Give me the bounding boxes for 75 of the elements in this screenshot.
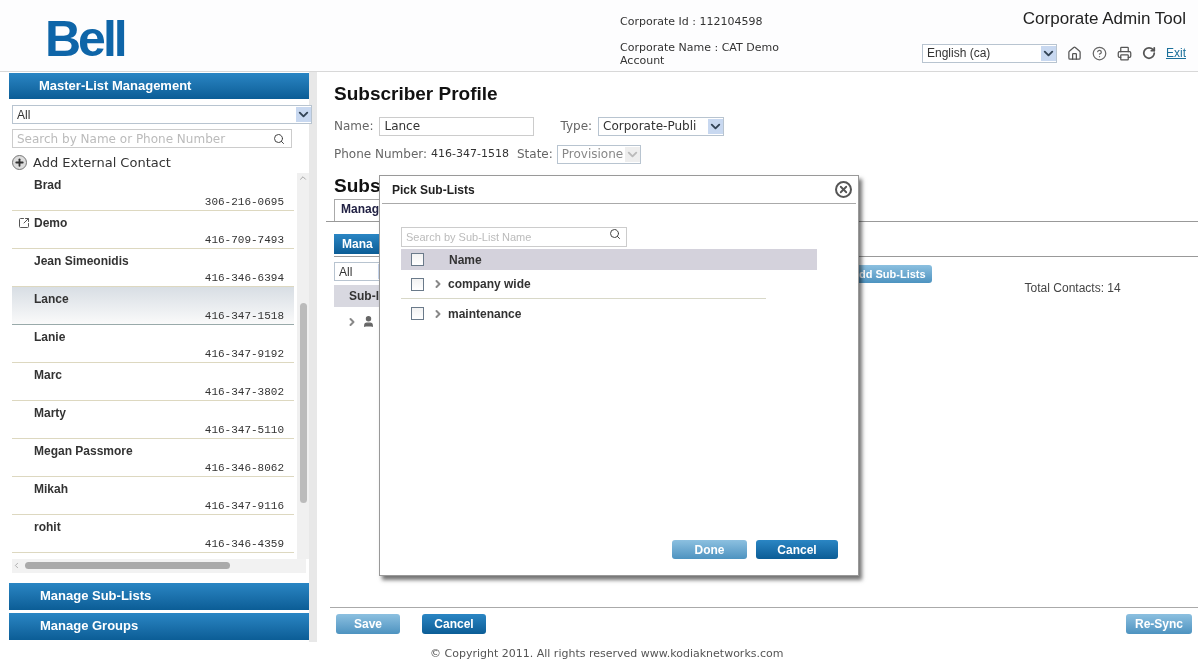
- app-title: Corporate Admin Tool: [1022, 8, 1186, 30]
- column-title: Name: [449, 251, 482, 269]
- logo: Bell: [45, 11, 125, 67]
- type-label: Type:: [560, 118, 593, 135]
- contact-phone: 416-346-6394: [204, 270, 285, 286]
- checkbox[interactable]: [411, 253, 424, 266]
- search-field[interactable]: Search by Name or Phone Number: [12, 129, 292, 148]
- sublist-name: maintenance: [448, 305, 522, 323]
- contact-row[interactable]: rohit 416-346-4359: [12, 514, 294, 553]
- contact-name: Lanie: [34, 328, 66, 346]
- person-icon: [362, 315, 375, 328]
- copyright: © Copyright 2011. All rights reserved www.kodiaknetworks.com: [430, 646, 784, 659]
- plus-icon: [12, 155, 27, 171]
- sublist-name: company wide: [448, 276, 531, 293]
- state-label: State:: [516, 146, 553, 163]
- corporate-id: Corporate Id : 112104598: [620, 14, 764, 30]
- contact-row[interactable]: Megan Passmore 416-346-8062: [12, 438, 294, 477]
- contact-name: Brad: [34, 176, 62, 194]
- total-contacts: Total Contacts: 14: [1024, 280, 1121, 297]
- contact-name: Marc: [34, 366, 62, 384]
- contact-row[interactable]: Jean Simeonidis 416-346-6394: [12, 248, 294, 287]
- add-contact-button[interactable]: Add External Contact: [12, 153, 306, 173]
- section-header[interactable]: Manage Groups: [9, 612, 309, 640]
- contact-phone: 416-347-3802: [204, 384, 285, 400]
- page-title: Subscriber Profile: [334, 82, 499, 106]
- print-icon[interactable]: [1117, 45, 1132, 61]
- search-icon: [273, 132, 285, 145]
- exit-link[interactable]: Exit: [1166, 44, 1186, 62]
- section-header[interactable]: Manage Sub-Lists: [9, 582, 309, 610]
- contact-phone: 416-346-4359: [204, 536, 285, 552]
- contact-phone: 416-347-9192: [204, 346, 285, 362]
- contact-name: Lance: [34, 290, 69, 308]
- contact-phone: 306-216-0695: [204, 194, 285, 210]
- contact-phone: 416-347-1518: [204, 308, 285, 324]
- language-select[interactable]: English (ca): [922, 43, 1057, 63]
- phone-label: Phone Number:: [334, 146, 428, 163]
- name-label: Name:: [334, 118, 374, 135]
- contact-name: Jean Simeonidis: [34, 252, 129, 270]
- home-icon[interactable]: [1067, 45, 1082, 61]
- contact-name: Mikah: [34, 480, 68, 498]
- contact-phone: 416-346-8062: [204, 460, 285, 476]
- search-icon: [609, 228, 621, 240]
- contact-row[interactable]: Lance 416-347-1518: [12, 286, 294, 325]
- sublist-row[interactable]: maintenance: [401, 299, 766, 328]
- name-field[interactable]: Lance: [379, 116, 535, 136]
- close-icon[interactable]: [835, 181, 852, 198]
- search-field[interactable]: Search by Sub-List Name: [401, 227, 627, 247]
- cancel-button[interactable]: Cancel: [756, 540, 838, 559]
- contact-row[interactable]: Marty 416-347-5110: [12, 400, 294, 439]
- phone-value: 416-347-1518: [431, 145, 509, 162]
- panel-header: Master-List Management: [9, 73, 309, 99]
- contact-phone: 416-347-5110: [204, 422, 285, 438]
- refresh-icon[interactable]: [1142, 46, 1156, 60]
- contact-row[interactable]: Mikah 416-347-9116: [12, 476, 294, 515]
- contact-row[interactable]: Demo 416-709-7493: [12, 210, 294, 249]
- checkbox[interactable]: [411, 277, 424, 291]
- contact-row[interactable]: Brad 306-216-0695: [12, 172, 294, 211]
- type-select[interactable]: Corporate-Publi: [598, 116, 725, 136]
- contact-name: rohit: [34, 518, 61, 536]
- contact-name: Demo: [34, 214, 68, 232]
- checkbox[interactable]: [411, 307, 424, 320]
- filter-select[interactable]: All: [12, 105, 312, 124]
- contact-phone: 416-709-7493: [204, 232, 285, 248]
- contact-phone: 416-347-9116: [204, 498, 285, 514]
- help-icon[interactable]: [1092, 45, 1107, 61]
- contact-row[interactable]: Lanie 416-347-9192: [12, 324, 294, 363]
- sublist-row[interactable]: company wide: [401, 270, 766, 299]
- cancel-button[interactable]: Cancel: [422, 614, 486, 634]
- contact-name: Marty: [34, 404, 66, 422]
- contact-name: Megan Passmore: [34, 442, 133, 460]
- dialog-title: Pick Sub-Lists: [392, 181, 476, 199]
- contact-row[interactable]: Marc 416-347-3802: [12, 362, 294, 401]
- state-select[interactable]: Provisione: [556, 144, 641, 164]
- corporate-name: Corporate Name : CAT Demo Account: [620, 40, 780, 67]
- section-title: Subs: [334, 173, 381, 198]
